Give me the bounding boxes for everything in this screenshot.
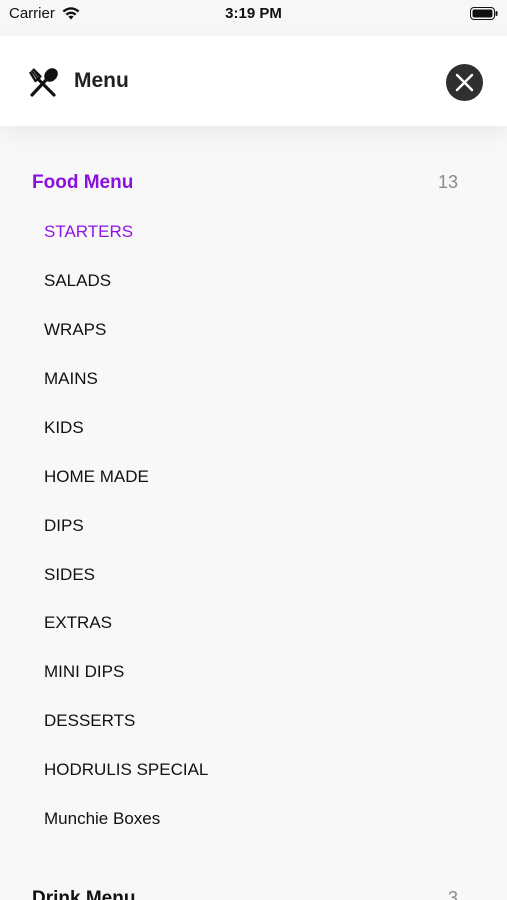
menu-title: Menu xyxy=(74,69,129,92)
menu-item-desserts[interactable]: DESSERTS xyxy=(44,711,464,735)
menu-header: Menu xyxy=(0,36,507,126)
menu-item-dips[interactable]: DIPS xyxy=(44,516,464,540)
menu-item-mini-dips[interactable]: MINI DIPS xyxy=(44,662,464,686)
close-icon xyxy=(455,73,474,92)
menu-item-salads[interactable]: SALADS xyxy=(44,271,464,295)
section-count: 13 xyxy=(437,172,458,192)
menu-item-starters[interactable]: STARTERS xyxy=(44,222,464,246)
section-count: 3 xyxy=(447,888,458,900)
section-title: Food Menu xyxy=(32,172,134,193)
section-title: Drink Menu xyxy=(32,888,136,900)
menu-list: Food Menu 13 STARTERS SALADS WRAPS MAINS… xyxy=(0,126,507,900)
menu-item-wraps[interactable]: WRAPS xyxy=(44,320,464,344)
close-button[interactable] xyxy=(446,64,483,101)
menu-item-extras[interactable]: EXTRAS xyxy=(44,613,464,637)
screen: Carrier 3:19 PM Menu Food Menu 13 STARTE… xyxy=(0,0,507,900)
menu-item-hodrulis-special[interactable]: HODRULIS SPECIAL xyxy=(44,760,464,784)
menu-item-kids[interactable]: KIDS xyxy=(44,418,464,442)
battery-icon xyxy=(470,7,498,20)
section-header-food-menu[interactable]: Food Menu 13 xyxy=(32,172,472,198)
menu-item-mains[interactable]: MAINS xyxy=(44,369,464,393)
menu-item-munchie-boxes[interactable]: Munchie Boxes xyxy=(44,809,464,833)
fork-spoon-icon xyxy=(28,68,58,97)
section-header-drink-menu[interactable]: Drink Menu 3 xyxy=(32,888,472,900)
status-time: 3:19 PM xyxy=(225,5,282,22)
menu-item-home-made[interactable]: HOME MADE xyxy=(44,467,464,491)
status-bar: Carrier 3:19 PM xyxy=(0,0,507,34)
menu-item-sides[interactable]: SIDES xyxy=(44,565,464,589)
